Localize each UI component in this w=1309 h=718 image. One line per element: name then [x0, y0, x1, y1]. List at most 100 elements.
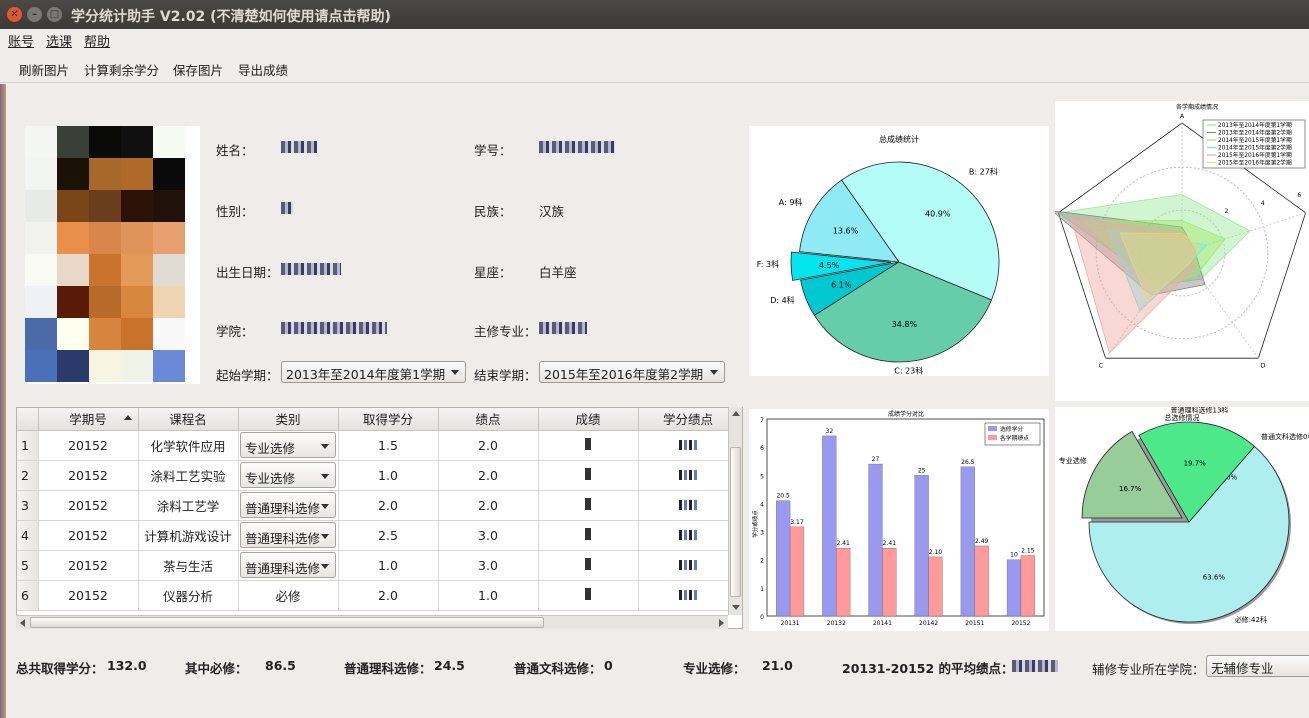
- category-cell[interactable]: 普通理科选修: [238, 490, 339, 521]
- export-grades-button[interactable]: 导出成绩: [238, 60, 288, 79]
- close-icon[interactable]: ✕: [7, 7, 22, 22]
- y-tick-label: 2: [760, 558, 764, 565]
- grade-cell[interactable]: [538, 490, 639, 521]
- toolbar: 刷新图片 计算剩余学分 保存图片 导出成绩: [0, 51, 1309, 83]
- column-header[interactable]: 学分绩点: [638, 408, 739, 431]
- bar: [836, 548, 851, 617]
- gpa-cell[interactable]: 2.0: [438, 460, 539, 491]
- credit-cell[interactable]: 1.0: [338, 550, 439, 581]
- credit-cell[interactable]: 2.0: [338, 490, 439, 521]
- credit-gpa-cell[interactable]: [638, 430, 739, 461]
- course-cell[interactable]: 化学软件应用: [138, 430, 239, 461]
- credit-gpa-cell[interactable]: [638, 580, 739, 611]
- term-cell[interactable]: 20152: [38, 550, 139, 581]
- category-select[interactable]: 普通理科选修: [240, 492, 336, 518]
- gpa-cell[interactable]: 3.0: [438, 520, 539, 551]
- category-cell[interactable]: 普通理科选修: [238, 520, 339, 551]
- column-header[interactable]: 取得学分: [338, 408, 439, 431]
- term-cell[interactable]: 20152: [38, 580, 139, 611]
- vertical-scrollbar[interactable]: [728, 407, 742, 615]
- row-number: 4: [17, 520, 39, 551]
- category-cell[interactable]: 专业选修: [238, 430, 339, 461]
- maximize-icon[interactable]: □: [47, 7, 62, 22]
- credit-gpa-cell[interactable]: [638, 460, 739, 491]
- end-term-label: 结束学期：: [474, 368, 537, 383]
- term-cell[interactable]: 20152: [38, 520, 139, 551]
- category-cell[interactable]: 专业选修: [238, 460, 339, 491]
- bar: [974, 545, 989, 617]
- menu-help[interactable]: 帮助: [84, 31, 110, 50]
- bar-value-label: 32: [826, 428, 834, 435]
- course-cell[interactable]: 涂料工艺学: [138, 490, 239, 521]
- scroll-left-icon[interactable]: [20, 619, 25, 627]
- table-row[interactable]: 6 20152 仪器分析 必修 2.0 1.0: [17, 580, 739, 611]
- scroll-up-icon[interactable]: [732, 411, 740, 416]
- credit-gpa-cell[interactable]: [638, 550, 739, 581]
- grade-cell[interactable]: [538, 520, 639, 551]
- bar-value-label: 26.5: [961, 459, 975, 466]
- credit-cell[interactable]: 2.5: [338, 520, 439, 551]
- credit-cell[interactable]: 1.0: [338, 460, 439, 491]
- column-header[interactable]: 类别: [238, 408, 339, 431]
- table-row[interactable]: 5 20152 茶与生活 普通理科选修 1.0 3.0: [17, 550, 739, 581]
- category-value: 专业选修: [245, 441, 296, 456]
- bar: [776, 500, 791, 617]
- radar-panel: 各学期成绩情况ABCDE2462013年至2014年度第1学期2013年至201…: [1049, 101, 1309, 401]
- course-cell[interactable]: 计算机游戏设计: [138, 520, 239, 551]
- scroll-right-icon[interactable]: [719, 619, 724, 627]
- table-row[interactable]: 2 20152 涂料工艺实验 专业选修 1.0 2.0: [17, 460, 739, 491]
- category-select[interactable]: 普通理科选修: [240, 552, 336, 578]
- grade-cell[interactable]: [538, 550, 639, 581]
- scroll-down-icon[interactable]: [732, 605, 740, 610]
- credit-gpa-cell[interactable]: [638, 490, 739, 521]
- grade-cell[interactable]: [538, 580, 639, 611]
- save-image-button[interactable]: 保存图片: [173, 60, 223, 79]
- gpa-cell[interactable]: 2.0: [438, 430, 539, 461]
- refresh-images-button[interactable]: 刷新图片: [19, 60, 69, 79]
- gpa-cell[interactable]: 1.0: [438, 580, 539, 611]
- course-cell[interactable]: 仪器分析: [138, 580, 239, 611]
- column-header[interactable]: 绩点: [438, 408, 539, 431]
- category-select[interactable]: 专业选修: [240, 432, 336, 458]
- category-select[interactable]: 专业选修: [240, 462, 336, 488]
- minor-college-select[interactable]: 无辅修专业: [1206, 655, 1309, 677]
- scroll-thumb[interactable]: [730, 447, 741, 597]
- grade-cell[interactable]: [538, 430, 639, 461]
- course-cell[interactable]: 涂料工艺实验: [138, 460, 239, 491]
- bar: [822, 435, 837, 617]
- menu-course[interactable]: 选课: [46, 31, 72, 50]
- table-row[interactable]: 3 20152 涂料工艺学 普通理科选修 2.0 2.0: [17, 490, 739, 521]
- grade-pie-chart: 总成绩统计 A: 9科 13.6% F: 3科 4.5% D: 4科 6.1% C: 23科 3…: [757, 134, 1000, 376]
- zodiac-value: 白羊座: [539, 265, 577, 280]
- x-tick-label: 20132: [827, 620, 846, 627]
- table-row[interactable]: 1 20152 化学软件应用 专业选修 1.5 2.0: [17, 430, 739, 461]
- course-cell[interactable]: 茶与生活: [138, 550, 239, 581]
- credit-gpa-cell[interactable]: [638, 520, 739, 551]
- credit-cell[interactable]: 2.0: [338, 580, 439, 611]
- horizontal-scrollbar[interactable]: [16, 615, 728, 629]
- grade-cell[interactable]: [538, 460, 639, 491]
- term-cell[interactable]: 20152: [38, 490, 139, 521]
- menu-account[interactable]: 账号: [8, 31, 34, 50]
- name-value: [281, 141, 317, 153]
- term-cell[interactable]: 20152: [38, 430, 139, 461]
- title-bar: ✕ – □ 学分统计助手 V2.02 (不清楚如何使用请点击帮助): [0, 0, 1309, 29]
- category-select[interactable]: 普通理科选修: [240, 522, 336, 548]
- column-header[interactable]: 学期号: [38, 408, 139, 431]
- category-cell[interactable]: 普通理科选修: [238, 550, 339, 581]
- minimize-icon[interactable]: –: [27, 7, 42, 22]
- gpa-cell[interactable]: 3.0: [438, 550, 539, 581]
- calc-remaining-credits-button[interactable]: 计算剩余学分: [84, 60, 159, 79]
- gpa-cell[interactable]: 2.0: [438, 490, 539, 521]
- scroll-thumb[interactable]: [30, 617, 544, 628]
- start-term-select[interactable]: 2013年至2014年度第1学期: [281, 361, 466, 383]
- column-header[interactable]: 课程名: [138, 408, 239, 431]
- column-header[interactable]: 成绩: [538, 408, 639, 431]
- term-cell[interactable]: 20152: [38, 460, 139, 491]
- end-term-select[interactable]: 2015年至2016年度第2学期: [539, 361, 725, 383]
- legend-label: 各学期绩点: [1000, 434, 1029, 442]
- table-row[interactable]: 4 20152 计算机游戏设计 普通理科选修 2.5 3.0: [17, 520, 739, 551]
- minor-college-value: 无辅修专业: [1211, 661, 1274, 676]
- category-cell[interactable]: 必修: [238, 580, 339, 611]
- credit-cell[interactable]: 1.5: [338, 430, 439, 461]
